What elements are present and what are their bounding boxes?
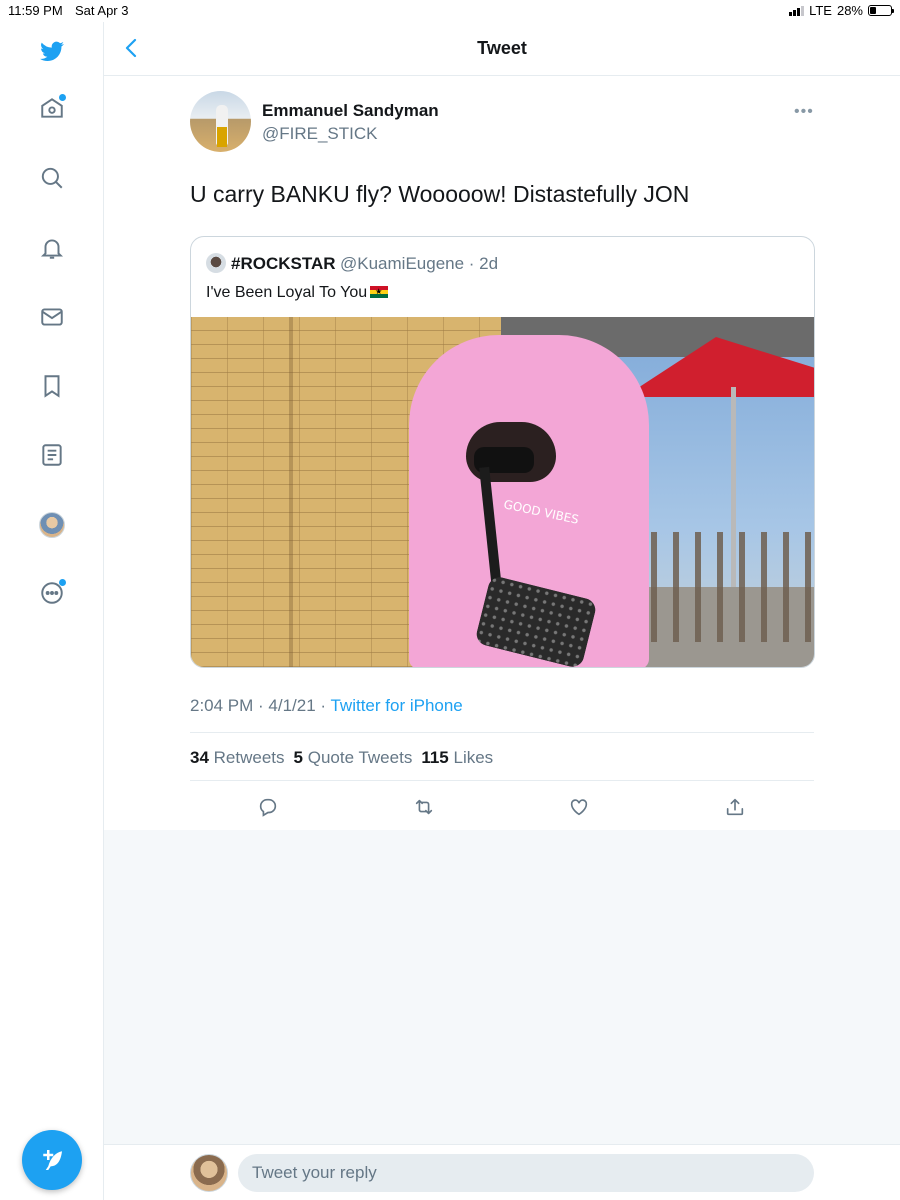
share-icon[interactable] [721,793,749,821]
quotes-label: Quote Tweets [307,748,413,767]
quoted-text-label: I've Been Loyal To You [206,284,368,301]
sidebar [0,22,104,1200]
battery-icon [868,5,894,16]
quoted-handle-time: @KuamiEugene · 2d [340,254,499,273]
photo-chairs [651,532,814,642]
reply-input[interactable] [238,1154,814,1192]
retweets-count: 34 [190,748,209,767]
reply-icon[interactable] [254,793,282,821]
quoted-photo[interactable]: GOOD VIBES [191,317,814,667]
tweet-detail: Emmanuel Sandyman @FIRE_STICK ••• U carr… [104,77,900,830]
status-right: LTE 28% [789,3,894,18]
divider [190,732,814,733]
bell-icon[interactable] [34,230,70,266]
quotes-stat[interactable]: 5 Quote Tweets [294,748,413,768]
tweet-text: U carry BANKU fly? Wooooow! Distastefull… [190,181,690,207]
likes-count: 115 [421,748,449,767]
quoted-text: I've Been Loyal To You [206,284,389,302]
quoted-name: #ROCKSTAR [231,254,336,273]
compose-feather-icon [43,1150,62,1170]
compose-tweet-button[interactable] [22,1130,82,1190]
author-handle[interactable]: @FIRE_STICK [262,124,378,144]
profile-avatar[interactable] [34,507,70,543]
retweets-label: Retweets [213,748,285,767]
ghana-flag-icon [370,286,389,298]
author-avatar[interactable] [190,91,251,152]
twitter-logo-icon[interactable] [34,34,70,70]
retweets-stat[interactable]: 34 Retweets [190,748,285,768]
likes-label: Likes [453,748,494,767]
home-icon[interactable] [34,90,70,126]
signal-icon [789,5,805,16]
list-icon[interactable] [34,437,70,473]
mail-icon[interactable] [34,299,70,335]
status-bar: 11:59 PM Sat Apr 3 LTE 28% [0,0,900,22]
avatar [39,512,65,538]
bookmark-icon[interactable] [34,368,70,404]
divider [190,780,814,781]
reply-avatar [190,1154,228,1192]
page-title: Tweet [477,38,527,58]
tweet-source-link[interactable]: Twitter for iPhone [330,696,462,715]
likes-stat[interactable]: 115 Likes [421,748,493,768]
status-time: 11:59 PM [8,3,63,18]
tweet-stats: 34 Retweets 5 Quote Tweets 115 Likes [190,748,493,768]
replies-area [104,830,900,1144]
like-heart-icon[interactable] [565,793,593,821]
tweet-time-date: 2:04 PM · 4/1/21 · [190,696,331,715]
author-name[interactable]: Emmanuel Sandyman [262,101,439,121]
quoted-avatar [206,253,226,273]
more-notification-dot [59,579,66,586]
more-circle-icon[interactable] [34,575,70,611]
status-date: Sat Apr 3 [75,3,129,18]
quotes-count: 5 [293,748,303,767]
quoted-tweet[interactable]: #ROCKSTAR @KuamiEugene · 2d I've Been Lo… [190,236,815,668]
reply-bar [104,1144,900,1200]
home-notification-dot [59,94,66,101]
tweet-timestamp: 2:04 PM · 4/1/21 · Twitter for iPhone [190,696,463,716]
search-icon[interactable] [34,160,70,196]
more-options-icon[interactable]: ••• [794,103,814,121]
top-bar: Tweet [104,22,900,76]
network-label: LTE [809,3,832,18]
retweet-icon[interactable] [410,793,438,821]
battery-percent: 28% [836,3,863,18]
tweet-actions [190,793,814,823]
